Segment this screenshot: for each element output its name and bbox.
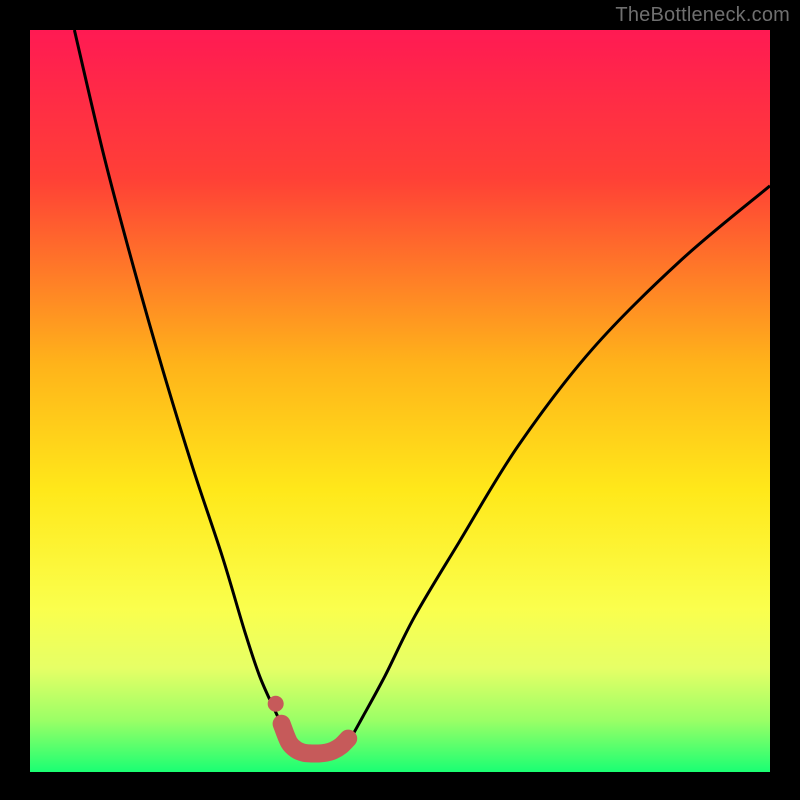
gradient-background (30, 30, 770, 772)
outer-frame: TheBottleneck.com (0, 0, 800, 800)
watermark-text: TheBottleneck.com (615, 4, 790, 27)
marker-dot (268, 696, 284, 712)
chart-svg (30, 30, 770, 772)
plot-area (30, 30, 770, 772)
